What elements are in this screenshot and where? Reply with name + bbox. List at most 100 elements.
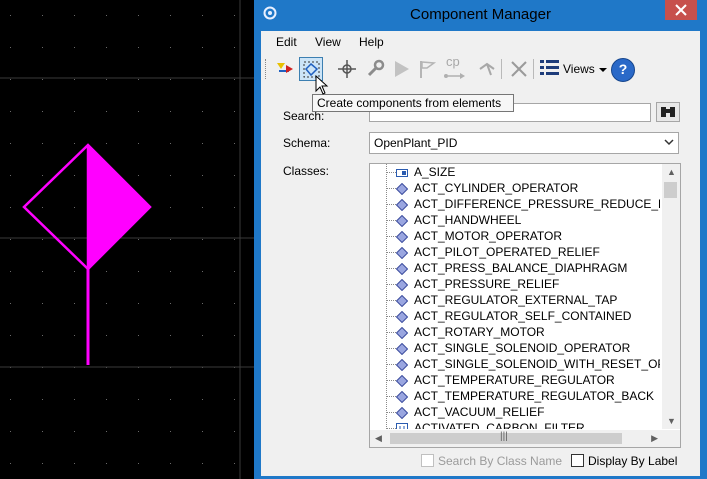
grid-dot [42,47,43,48]
horizontal-scroll-thumb[interactable]: ||| [390,431,622,444]
menu-bar: Edit View Help [261,31,700,53]
close-icon [675,4,687,16]
grid-dot [170,143,171,144]
class-list-item[interactable]: A_SIZE [370,164,660,180]
class-list-item[interactable]: ACT_DIFFERENCE_PRESSURE_REDUCE_REGU [370,196,660,212]
grid-dot [10,207,11,208]
scroll-up-icon[interactable]: ▲ [667,167,676,177]
class-list-item[interactable]: ACT_VACUUM_RELIEF [370,404,660,420]
views-label: Views [563,62,595,76]
grid-dot [170,239,171,240]
class-label: ACT_REGULATOR_SELF_CONTAINED [414,309,632,323]
display-by-label-label: Display By Label [588,454,678,468]
grid-dot [234,207,235,208]
views-dropdown-button[interactable]: Views [537,57,607,81]
grid-dot [74,175,75,176]
drawing-canvas[interactable] [0,0,254,479]
title-bar[interactable]: Component Manager [254,0,707,30]
class-list-item[interactable]: ACT_TEMPERATURE_REGULATOR [370,372,660,388]
grid-dot [74,15,75,16]
class-list-item[interactable]: ACTIVATED_CARBON_FILTER [370,420,660,429]
search-button[interactable] [656,102,680,122]
copy-button[interactable]: cp [441,54,469,81]
grid-dot [106,79,107,80]
grid-dot [170,15,171,16]
class-list-item[interactable]: ACT_REGULATOR_SELF_CONTAINED [370,308,660,324]
class-list-item[interactable]: ACT_SINGLE_SOLENOID_OPERATOR [370,340,660,356]
close-button[interactable] [665,0,697,20]
vertical-scroll-thumb[interactable] [664,182,677,198]
grid-dot [202,399,203,400]
delete-button[interactable] [507,57,531,81]
help-button[interactable]: ? [611,58,635,82]
grid-dot [234,143,235,144]
toolbar-grip [265,59,267,79]
schema-select[interactable]: OpenPlant_PID [369,132,679,154]
grid-dot [106,47,107,48]
scroll-down-icon[interactable]: ▼ [667,416,676,426]
grid-dot [234,303,235,304]
run-button[interactable] [389,57,413,81]
copy-label: cp [446,54,460,69]
window-title: Component Manager [410,6,551,23]
menu-help[interactable]: Help [359,35,384,49]
grid-dot [106,335,107,336]
menu-edit[interactable]: Edit [276,35,297,49]
grid-dot [10,239,11,240]
grid-dot [10,431,11,432]
classes-label: Classes: [283,164,330,178]
connect-icon [479,62,495,76]
class-list-item[interactable]: ACT_PRESS_BALANCE_DIAPHRAGM [370,260,660,276]
horizontal-scrollbar[interactable]: ◀ ||| ▶ [370,430,680,447]
class-diamond-icon [395,374,409,388]
class-list-item[interactable]: ACT_MOTOR_OPERATOR [370,228,660,244]
grid-dot [234,239,235,240]
class-list-item[interactable]: ACT_CYLINDER_OPERATOR [370,180,660,196]
class-label: ACT_HANDWHEEL [414,213,522,227]
grid-dot [10,47,11,48]
scroll-right-icon[interactable]: ▶ [651,433,658,444]
flag-button[interactable] [415,57,439,81]
connect-button[interactable] [475,57,499,81]
grid-dot [42,111,43,112]
window-client: Edit View Help cp Views ? Create compone… [261,31,700,476]
class-label: ACT_TEMPERATURE_REGULATOR_BACK [414,389,655,403]
grid-dot [74,47,75,48]
vertical-scrollbar[interactable]: ▲ ▼ [662,164,680,429]
grid-dot [74,399,75,400]
scroll-left-icon[interactable]: ◀ [375,433,382,444]
grid-dot [74,239,75,240]
grid-dot [170,175,171,176]
grid-dot [138,463,139,464]
select-component-button[interactable] [335,57,359,81]
menu-view[interactable]: View [315,35,341,49]
grid-dot [202,271,203,272]
grid-dot [42,271,43,272]
grid-dot [42,175,43,176]
class-label: ACT_MOTOR_OPERATOR [414,229,563,243]
classes-tree[interactable]: A_SIZE ACT_CYLINDER_OPERATOR ACT_DIFFERENC… [369,163,681,448]
class-list-item[interactable]: ACT_ROTARY_MOTOR [370,324,660,340]
grid-dot [10,399,11,400]
grid-dot [170,47,171,48]
modify-component-button[interactable] [363,57,387,81]
class-list-item[interactable]: ACT_PRESSURE_RELIEF [370,276,660,292]
class-diamond-icon [395,342,409,356]
grid-dot [42,15,43,16]
class-list-item[interactable]: ACT_REGULATOR_EXTERNAL_TAP [370,292,660,308]
class-list-item[interactable]: ACT_SINGLE_SOLENOID_WITH_RESET_OPERA [370,356,660,372]
grid-dot [202,239,203,240]
class-list-item[interactable]: ACT_PILOT_OPERATED_RELIEF [370,244,660,260]
grid-dot [234,271,235,272]
grid-dot [74,431,75,432]
class-category-icon [396,166,408,178]
grid-dot [74,271,75,272]
class-list-item[interactable]: ACT_HANDWHEEL [370,212,660,228]
grid-dot [138,79,139,80]
place-component-icon [277,63,293,73]
grid-dot [106,431,107,432]
class-list-item[interactable]: ACT_TEMPERATURE_REGULATOR_BACK [370,388,660,404]
place-component-button[interactable] [273,57,297,81]
grid-dot [42,463,43,464]
class-diamond-icon [395,358,409,372]
